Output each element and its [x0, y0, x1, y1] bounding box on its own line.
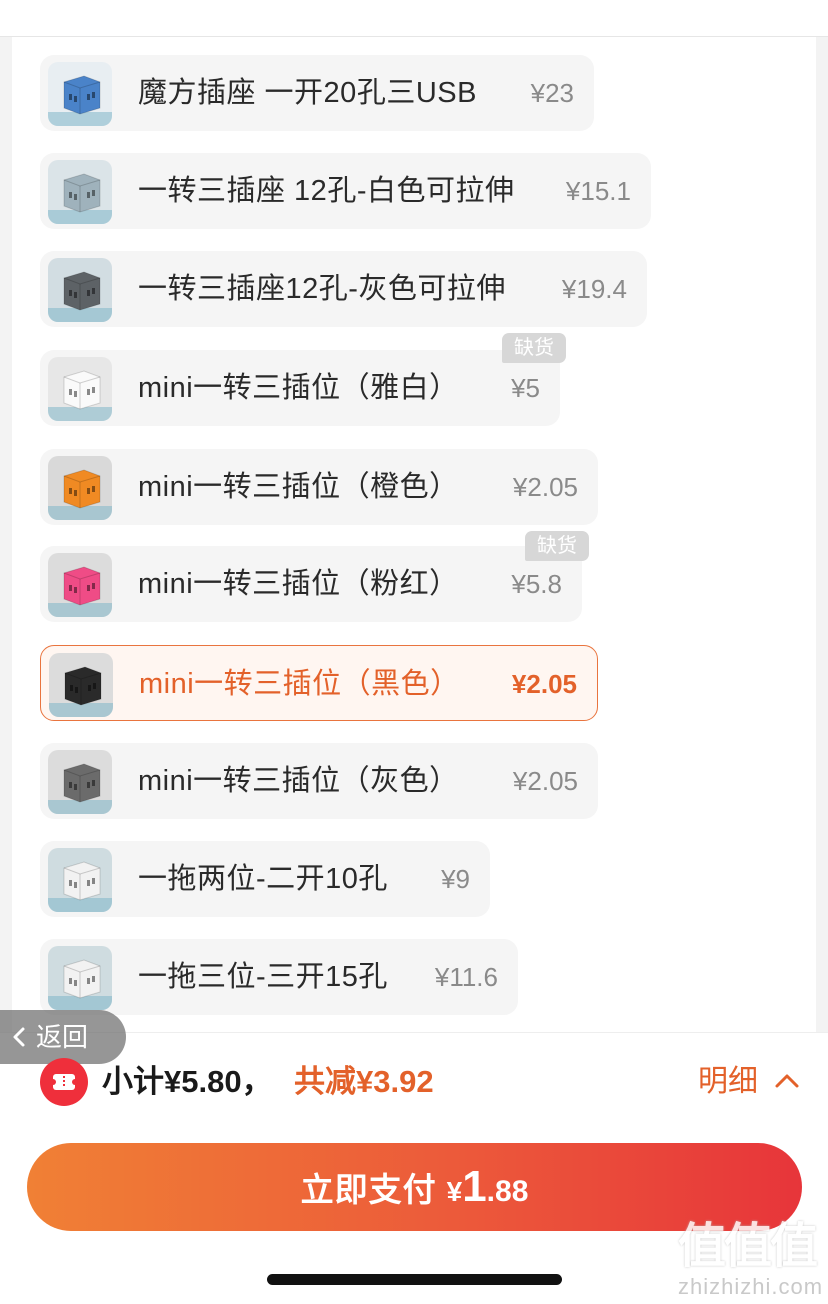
product-thumbnail	[48, 946, 112, 1010]
product-thumbnail	[49, 653, 113, 717]
pay-now-button[interactable]: 立即支付 ¥1.88	[27, 1143, 802, 1231]
sku-option-2[interactable]: 一转三插座12孔-灰色可拉伸 ¥19.4	[40, 251, 647, 327]
sku-name: 一转三插座12孔-灰色可拉伸	[138, 273, 506, 305]
sku-name: mini一转三插位（橙色）	[138, 471, 459, 503]
sku-price: ¥2.05	[511, 669, 577, 699]
sku-name: mini一转三插位（粉红）	[138, 568, 459, 600]
pay-amount-decimal: .88	[486, 1175, 529, 1208]
sku-price: ¥19.4	[561, 274, 627, 304]
top-divider	[0, 36, 828, 37]
sku-option-8[interactable]: 一拖两位-二开10孔 ¥9	[40, 841, 490, 917]
sku-name: mini一转三插位（雅白）	[138, 372, 459, 404]
pay-label: 立即支付	[300, 1171, 437, 1208]
sku-price: ¥2.05	[512, 766, 578, 796]
watermark-logo: 值值值	[678, 1220, 818, 1273]
sku-price: ¥23	[530, 78, 574, 108]
sku-option-0[interactable]: 魔方插座 一开20孔三USB ¥23	[40, 55, 594, 131]
sku-name: mini一转三插位（黑色）	[139, 668, 460, 700]
chevron-up-icon[interactable]	[772, 1066, 802, 1096]
product-thumbnail	[48, 357, 112, 421]
pay-currency: ¥	[446, 1176, 463, 1207]
discount-total: 共减¥3.92	[294, 1064, 434, 1099]
product-thumbnail	[48, 160, 112, 224]
back-label: 返回	[36, 1022, 89, 1052]
sku-price: ¥15.1	[565, 176, 631, 206]
product-thumbnail	[48, 456, 112, 520]
detail-toggle[interactable]: 明细	[698, 1058, 758, 1106]
out-of-stock-badge: 缺货	[502, 333, 566, 363]
product-thumbnail	[48, 848, 112, 912]
product-thumbnail	[48, 553, 112, 617]
pay-amount-integer: 1	[462, 1162, 487, 1211]
sku-price: ¥2.05	[512, 472, 578, 502]
subtotal-text: 小计¥5.80，	[102, 1064, 273, 1099]
coupon-icon	[40, 1058, 88, 1106]
sku-price: ¥9	[441, 864, 470, 894]
home-indicator	[267, 1274, 562, 1285]
back-button[interactable]: 返回	[0, 1010, 126, 1064]
sku-name: 一转三插座 12孔-白色可拉伸	[138, 175, 515, 207]
product-thumbnail	[48, 750, 112, 814]
sku-option-9[interactable]: 一拖三位-三开15孔 ¥11.6	[40, 939, 518, 1015]
product-thumbnail	[48, 258, 112, 322]
product-thumbnail	[48, 62, 112, 126]
sku-name: 一拖两位-二开10孔	[138, 863, 388, 895]
sku-option-5[interactable]: mini一转三插位（粉红） ¥5.8	[40, 546, 582, 622]
sku-name: 一拖三位-三开15孔	[138, 961, 388, 993]
sku-option-4[interactable]: mini一转三插位（橙色） ¥2.05	[40, 449, 598, 525]
sku-name: 魔方插座 一开20孔三USB	[138, 77, 477, 109]
watermark-url: zhizhizhi.com	[678, 1274, 824, 1299]
chevron-left-icon	[13, 1027, 25, 1047]
right-gutter	[816, 37, 828, 1037]
sku-option-1[interactable]: 一转三插座 12孔-白色可拉伸 ¥15.1	[40, 153, 651, 229]
out-of-stock-badge: 缺货	[525, 531, 589, 561]
sku-name: mini一转三插位（灰色）	[138, 765, 459, 797]
sku-price: ¥11.6	[434, 962, 498, 992]
left-gutter	[0, 37, 12, 1037]
sku-option-3[interactable]: mini一转三插位（雅白） ¥5	[40, 350, 560, 426]
sku-option-6-selected[interactable]: mini一转三插位（黑色） ¥2.05	[40, 645, 598, 721]
sku-option-7[interactable]: mini一转三插位（灰色） ¥2.05	[40, 743, 598, 819]
